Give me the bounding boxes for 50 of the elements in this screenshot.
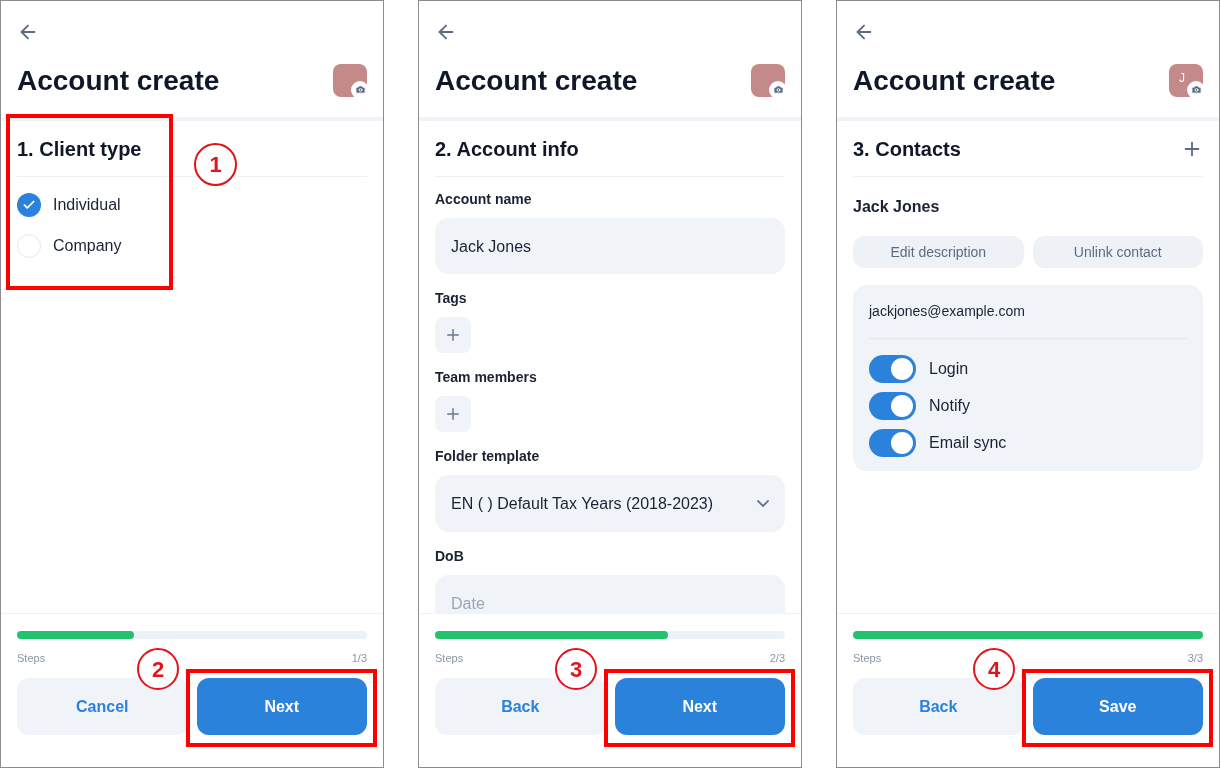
input-field[interactable]: Jack Jones [435,218,785,274]
secondary-button[interactable]: Back [435,678,606,735]
avatar[interactable]: J [1169,63,1203,97]
section-title: 3. Contacts [853,136,961,162]
primary-button[interactable]: Save [1032,678,1203,735]
toggle-label: Login [929,359,969,379]
section-title: 1. Client type [17,136,142,162]
steps-count: 3/3 [1187,650,1203,666]
page-title: Account create [435,64,638,98]
primary-button[interactable]: Next [196,678,367,735]
steps-count: 2/3 [769,650,785,666]
action-button[interactable]: Unlink contact [1032,236,1203,268]
toggle-switch[interactable] [869,392,916,420]
steps-count: 1/3 [351,650,367,666]
toggle-switch[interactable] [869,429,916,457]
section-title: 2. Account info [435,136,579,162]
secondary-button[interactable]: Cancel [17,678,188,735]
camera-icon[interactable] [351,80,369,99]
toggle-label: Notify [929,396,970,416]
secondary-button[interactable]: Back [853,678,1024,735]
field-label: Folder template [435,447,541,466]
add-button[interactable] [435,317,471,353]
page-title: Account create [853,64,1056,98]
plus-icon [444,405,462,423]
field-label: DoB [435,547,465,566]
field-label: Tags [435,289,468,308]
add-button[interactable] [435,396,471,432]
avatar[interactable] [333,63,367,97]
camera-icon[interactable] [769,80,787,99]
radio-option[interactable]: Individual [17,193,367,217]
avatar[interactable] [751,63,785,97]
toggle-switch[interactable] [869,355,916,383]
steps-label: Steps [435,650,464,666]
input-field[interactable]: Date [435,575,785,613]
contact-email: jackjones@example.com [869,301,1187,339]
primary-button[interactable]: Next [614,678,785,735]
page-title: Account create [17,64,220,98]
field-label: Account name [435,190,533,209]
plus-icon [444,326,462,344]
chevron-down-icon [757,500,769,507]
callout-number: 1 [194,143,237,186]
radio-option[interactable]: Company [17,234,367,258]
camera-icon[interactable] [1187,80,1205,99]
select-field[interactable]: EN ( ) Default Tax Years (2018-2023) [435,475,785,532]
field-label: Team members [435,368,538,387]
contact-name: Jack Jones [853,197,941,217]
action-button[interactable]: Edit description [853,236,1024,268]
toggle-label: Email sync [929,433,1007,453]
steps-label: Steps [17,650,46,666]
steps-label: Steps [853,650,882,666]
